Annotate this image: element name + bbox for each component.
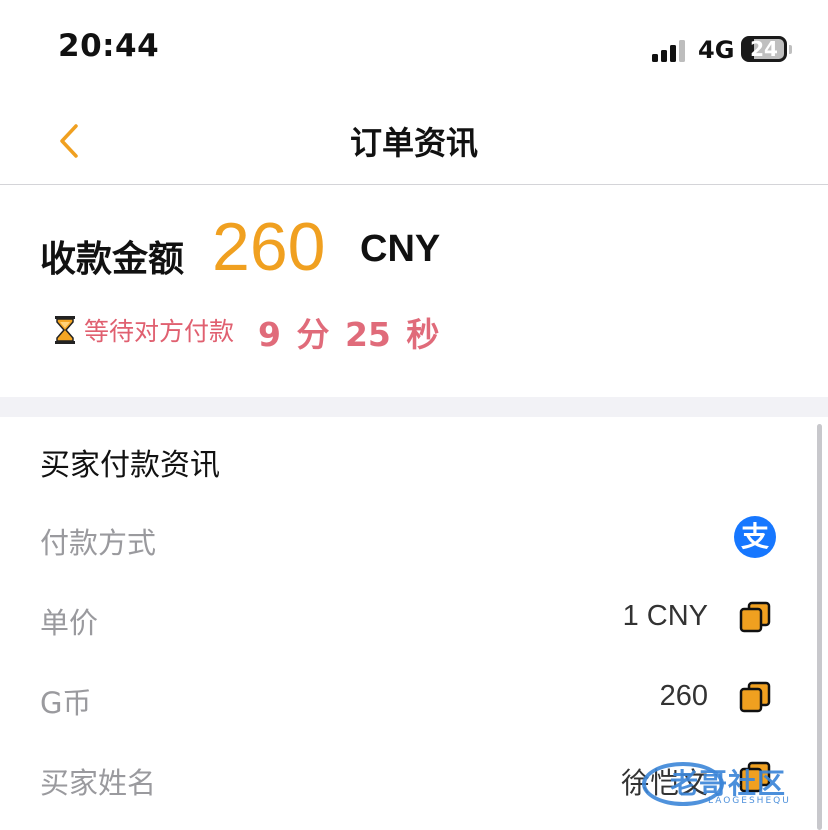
hourglass-icon: [55, 316, 75, 344]
g-coin-value: 260: [659, 680, 708, 712]
network-type: 4G: [698, 36, 735, 64]
copy-icon[interactable]: [738, 600, 772, 634]
watermark-logo: 老哥社区 LAOGESHEQU: [636, 752, 816, 812]
unit-price-value: 1 CNY: [622, 600, 708, 632]
status-time: 20:44: [58, 28, 160, 64]
waiting-payment-text: 等待对方付款: [84, 317, 235, 346]
scrollbar[interactable]: [817, 424, 822, 830]
watermark-subtext: LAOGESHEQU: [708, 796, 791, 806]
unit-price-label: 单价: [40, 606, 99, 640]
battery-tip: [789, 45, 792, 54]
amount-value: 260: [212, 209, 326, 285]
g-coin-label: G币: [40, 686, 92, 720]
section-separator: [0, 397, 828, 417]
copy-icon[interactable]: [738, 680, 772, 714]
countdown-timer: 9 分 25 秒: [258, 315, 440, 354]
battery-icon: 24: [741, 36, 787, 62]
battery-level-text: 24: [750, 37, 778, 61]
amount-label: 收款金额: [40, 239, 185, 280]
alipay-icon: 支: [734, 516, 776, 558]
order-info-screen: 20:44 4G 24 订单资讯 收款金额 260 CNY 等待对方付款 9 分…: [0, 0, 828, 830]
buyer-info-title: 买家付款资讯: [40, 448, 220, 483]
amount-currency: CNY: [360, 228, 441, 270]
payment-method-label: 付款方式: [40, 526, 157, 560]
page-title: 订单资讯: [349, 124, 478, 162]
cellular-signal-icon: [652, 40, 685, 62]
nav-divider: [0, 184, 828, 185]
buyer-name-label: 买家姓名: [40, 766, 157, 800]
